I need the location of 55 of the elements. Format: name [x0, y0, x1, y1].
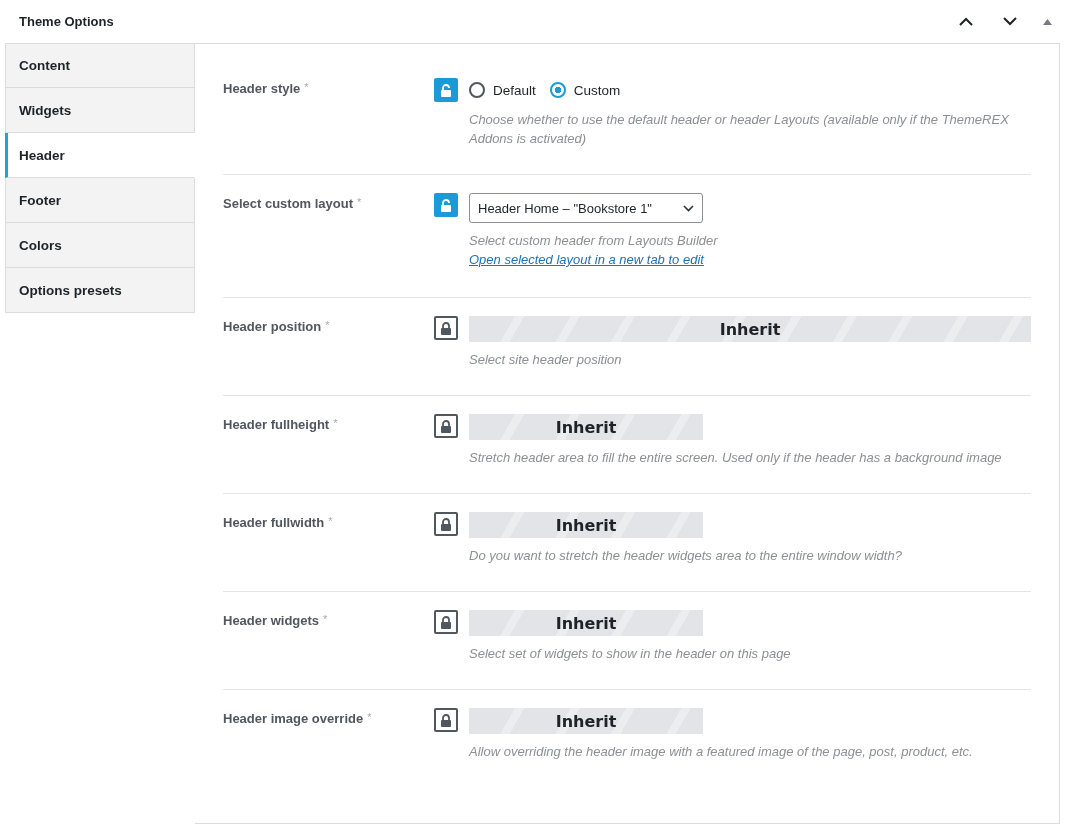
- inherit-field[interactable]: Inherit: [469, 512, 703, 538]
- sidebar-tab[interactable]: Widgets: [5, 88, 195, 133]
- padlock-icon: [440, 615, 452, 629]
- padlock-icon: [440, 713, 452, 727]
- caret-icon: [683, 204, 694, 212]
- sidebar-tab[interactable]: Footer: [5, 178, 195, 223]
- option-description: Select site header position: [469, 351, 623, 369]
- lock-button[interactable]: [434, 708, 458, 732]
- option-description: Select set of widgets to show in the header on this page: [469, 645, 792, 663]
- sidebar-tab[interactable]: Content: [5, 43, 195, 88]
- option-label: Header widgets: [223, 613, 320, 628]
- option-description: Choose whether to use the default header or header Layouts (available only if the ThemeREX Addons is activated): [469, 111, 1010, 148]
- unlock-button[interactable]: [434, 193, 458, 217]
- option-label: Header image override: [223, 711, 364, 726]
- asterisk-mark: *: [304, 81, 309, 93]
- inherit-field[interactable]: Inherit: [469, 708, 703, 734]
- inherit-field[interactable]: Inherit: [469, 610, 703, 636]
- triangle-up-icon[interactable]: [1043, 18, 1052, 25]
- open-padlock-icon: [440, 83, 452, 97]
- option-label: Header position: [223, 319, 322, 334]
- inherit-field[interactable]: Inherit: [469, 414, 703, 440]
- asterisk-mark: *: [357, 196, 362, 208]
- sidebar-tab[interactable]: Header: [5, 133, 195, 178]
- asterisk-mark: *: [333, 417, 338, 429]
- open-padlock-icon: [440, 198, 452, 212]
- radio-option[interactable]: Custom: [549, 82, 621, 98]
- layout-select[interactable]: Header Home – "Bookstore 1": [469, 193, 703, 223]
- option-label: Header fullwidth: [223, 515, 325, 530]
- padlock-icon: [440, 517, 452, 531]
- option-description: Select custom header from Layouts Builder: [469, 232, 719, 250]
- option-label: Select custom layout: [223, 196, 354, 211]
- padlock-icon: [440, 321, 452, 335]
- option-description: Allow overriding the header image with a featured image of the page, post, product, etc.: [469, 743, 974, 761]
- lock-button[interactable]: [434, 414, 458, 438]
- sidebar-tab[interactable]: Options presets: [5, 268, 195, 313]
- panel-title: Theme Options: [19, 14, 114, 29]
- lock-button[interactable]: [434, 610, 458, 634]
- option-description: Do you want to stretch the header widgets area to the entire window width?: [469, 547, 903, 565]
- asterisk-mark: *: [323, 613, 328, 625]
- chevron-up-icon[interactable]: [959, 17, 973, 26]
- asterisk-mark: *: [367, 711, 372, 723]
- lock-button[interactable]: [434, 316, 458, 340]
- option-label: Header fullheight: [223, 417, 330, 432]
- inherit-field[interactable]: Inherit: [469, 316, 1031, 342]
- chevron-down-icon[interactable]: [1003, 17, 1017, 26]
- asterisk-mark: *: [328, 515, 333, 527]
- option-description: Stretch header area to fill the entire screen. Used only if the header has a background image: [469, 449, 1003, 467]
- sidebar-tab[interactable]: Colors: [5, 223, 195, 268]
- lock-button[interactable]: [434, 512, 458, 536]
- option-label: Header style: [223, 81, 301, 96]
- asterisk-mark: *: [325, 319, 330, 331]
- unlock-button[interactable]: [434, 78, 458, 102]
- radio-option[interactable]: Default: [469, 82, 536, 98]
- edit-layout-link[interactable]: Open selected layout in a new tab to edit: [469, 252, 704, 267]
- padlock-icon: [440, 419, 452, 433]
